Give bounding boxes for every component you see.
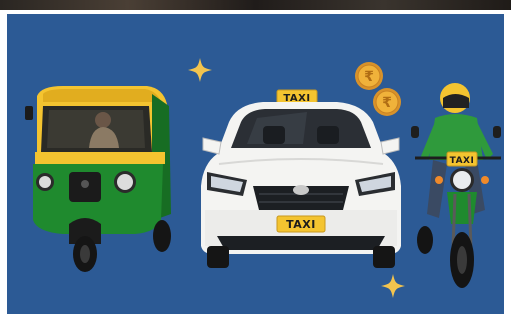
vehicles-illustration: ₹ ₹ TAXI TAXI TAXI <box>25 58 501 298</box>
auto-rickshaw <box>25 86 171 272</box>
sparkle-icon-bottom <box>381 274 405 298</box>
sparkle-icon-top <box>188 58 212 82</box>
rupee-coin-icon-1: ₹ <box>355 62 383 90</box>
coin-symbol: ₹ <box>382 95 392 111</box>
rupee-coin-icon-2: ₹ <box>373 88 401 116</box>
illustration-panel: ₹ ₹ TAXI TAXI TAXI <box>7 14 504 314</box>
coin-symbol: ₹ <box>364 69 374 85</box>
top-photo-strip <box>0 0 511 10</box>
front-plate-label: TAXI <box>286 218 316 231</box>
taxi-car: TAXI TAXI <box>201 89 401 268</box>
bike-plate-label: TAXI <box>450 156 475 166</box>
bike-taxi: TAXI <box>411 83 501 288</box>
